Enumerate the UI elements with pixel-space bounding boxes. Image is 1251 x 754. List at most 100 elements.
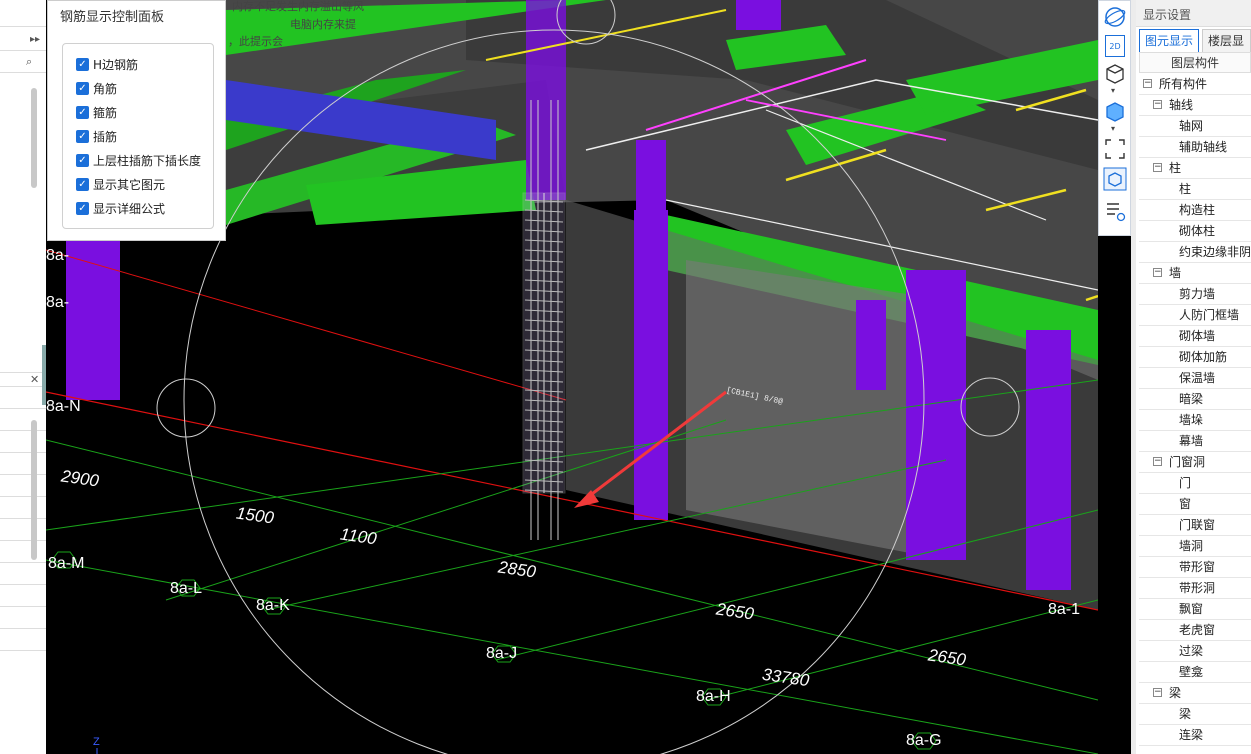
tree-row[interactable]: 轴网: [1139, 116, 1251, 137]
axis-label: 8a-: [46, 294, 70, 311]
divider: [0, 50, 46, 51]
tree-row[interactable]: 过梁: [1139, 641, 1251, 662]
3d-box-icon[interactable]: [1103, 61, 1127, 85]
tree-row[interactable]: 砌体柱: [1139, 221, 1251, 242]
orbit-icon[interactable]: [1103, 5, 1127, 29]
divider: [0, 386, 46, 387]
checkbox-checked-icon[interactable]: ✓: [76, 177, 89, 191]
2d-view-icon[interactable]: 2D: [1105, 35, 1125, 57]
tree-row-label: 门联窗: [1179, 518, 1216, 532]
tree-row[interactable]: − 梁: [1139, 683, 1251, 704]
tree-row[interactable]: 幕墙: [1139, 431, 1251, 452]
properties-view-icon[interactable]: [1103, 199, 1127, 223]
divider: [0, 430, 46, 431]
tree-row[interactable]: − 所有构件: [1139, 74, 1251, 95]
tree-row-label: 人防门框墙: [1179, 308, 1240, 322]
option-label: 箍筋: [93, 105, 118, 120]
tree-row[interactable]: 构造柱: [1139, 200, 1251, 221]
tree-row[interactable]: 带形窗: [1139, 557, 1251, 578]
divider: [0, 562, 46, 563]
tree-row[interactable]: 飘窗: [1139, 599, 1251, 620]
checkbox-checked-icon[interactable]: ✓: [76, 81, 89, 95]
scrollbar-top[interactable]: [31, 88, 37, 188]
expand-chevron-icon[interactable]: ▸▸: [30, 34, 40, 45]
option-corner-rebar[interactable]: ✓ 角筋: [76, 78, 117, 98]
divider: [0, 606, 46, 607]
option-h-edge-rebar[interactable]: ✓ H边钢筋: [76, 54, 138, 74]
tree-row-label: 带形洞: [1179, 581, 1216, 595]
tree-row[interactable]: 人防门框墙: [1139, 305, 1251, 326]
warning-text: ，此提示会: [228, 35, 283, 48]
tree-row[interactable]: 保温墙: [1139, 368, 1251, 389]
tree-row[interactable]: 剪力墙: [1139, 284, 1251, 305]
scrollbar-bottom[interactable]: [31, 420, 37, 560]
tree-row[interactable]: 约束边缘非阴: [1139, 242, 1251, 263]
tree-row[interactable]: 带形洞: [1139, 578, 1251, 599]
tree-row[interactable]: 梁: [1139, 704, 1251, 725]
left-side-panel: ▸▸ ⌕ ✕: [0, 0, 47, 754]
tree-row-label: 梁: [1169, 686, 1182, 700]
checkbox-checked-icon[interactable]: ✓: [76, 105, 89, 119]
display-settings-panel: 显示设置 图元显示 楼层显示 图层构件 −所有构件−轴线轴网辅助轴线−柱柱构造柱…: [1136, 0, 1251, 754]
divider: [0, 496, 46, 497]
tab-element-display[interactable]: 图元显示: [1139, 29, 1200, 52]
tab-floor-display[interactable]: 楼层显示: [1202, 29, 1251, 70]
solid-box-icon[interactable]: [1103, 99, 1127, 123]
tree-row[interactable]: − 轴线: [1139, 95, 1251, 116]
checkbox-checked-icon[interactable]: ✓: [76, 129, 89, 143]
option-stirrup[interactable]: ✓ 箍筋: [76, 102, 117, 122]
axis-label: 8a-G: [906, 732, 942, 749]
tree-row[interactable]: 暗梁: [1139, 389, 1251, 410]
tree-row-label: 壁龛: [1179, 665, 1204, 679]
tree-row[interactable]: − 墙: [1139, 263, 1251, 284]
tree-row[interactable]: 砌体加筋: [1139, 347, 1251, 368]
option-upper-dowel-length[interactable]: ✓ 上层柱插筋下插长度: [76, 150, 201, 170]
tree-row[interactable]: 墙垛: [1139, 410, 1251, 431]
tree-row[interactable]: 壁龛: [1139, 662, 1251, 683]
tree-row[interactable]: 墙洞: [1139, 536, 1251, 557]
tree-row[interactable]: 老虎窗: [1139, 620, 1251, 641]
tree-row[interactable]: − 门窗洞: [1139, 452, 1251, 473]
panel-title: 显示设置: [1143, 8, 1192, 22]
collapse-toggle-icon[interactable]: −: [1153, 100, 1162, 109]
divider: [0, 650, 46, 651]
axis-label: 8a-J: [486, 645, 518, 662]
collapse-toggle-icon[interactable]: −: [1153, 268, 1162, 277]
tree-row[interactable]: 门联窗: [1139, 515, 1251, 536]
search-icon[interactable]: ⌕: [26, 55, 32, 69]
checkbox-checked-icon[interactable]: ✓: [76, 57, 89, 71]
tree-row[interactable]: 砌体墙: [1139, 326, 1251, 347]
chevron-down-icon[interactable]: ▾: [1111, 124, 1115, 133]
tree-row[interactable]: − 柱: [1139, 158, 1251, 179]
tree-row-label: 砌体墙: [1179, 329, 1216, 343]
fit-view-icon[interactable]: [1103, 137, 1127, 161]
checkbox-checked-icon[interactable]: ✓: [76, 201, 89, 215]
option-dowel[interactable]: ✓ 插筋: [76, 126, 117, 146]
checkbox-checked-icon[interactable]: ✓: [76, 153, 89, 167]
tree-row[interactable]: 窗: [1139, 494, 1251, 515]
tree-row[interactable]: 辅助轴线: [1139, 137, 1251, 158]
isometric-view-icon[interactable]: [1103, 167, 1127, 191]
close-icon[interactable]: ✕: [30, 373, 39, 386]
column: [66, 230, 120, 400]
tree-row-label: 梁: [1179, 707, 1192, 721]
tree-row-label: 墙垛: [1179, 413, 1204, 427]
option-label: 显示详细公式: [93, 201, 166, 216]
collapse-toggle-icon[interactable]: −: [1143, 79, 1152, 88]
column: [1026, 330, 1071, 590]
collapse-toggle-icon[interactable]: −: [1153, 163, 1162, 172]
tree-row-label: 轴线: [1169, 98, 1194, 112]
tree-row[interactable]: 连梁: [1139, 725, 1251, 746]
tree-row[interactable]: 柱: [1139, 179, 1251, 200]
option-label: H边钢筋: [93, 57, 139, 72]
orbit-handle-left[interactable]: [156, 378, 216, 438]
tree-row[interactable]: 门: [1139, 473, 1251, 494]
grid-line-red: [46, 249, 567, 401]
chevron-down-icon[interactable]: ▾: [1111, 86, 1115, 95]
option-show-formula[interactable]: ✓ 显示详细公式: [76, 198, 165, 218]
axis-label: 8a-K: [256, 597, 290, 614]
collapse-toggle-icon[interactable]: −: [1153, 457, 1162, 466]
column: [636, 140, 666, 220]
option-show-other-elements[interactable]: ✓ 显示其它图元: [76, 174, 165, 194]
collapse-toggle-icon[interactable]: −: [1153, 688, 1162, 697]
